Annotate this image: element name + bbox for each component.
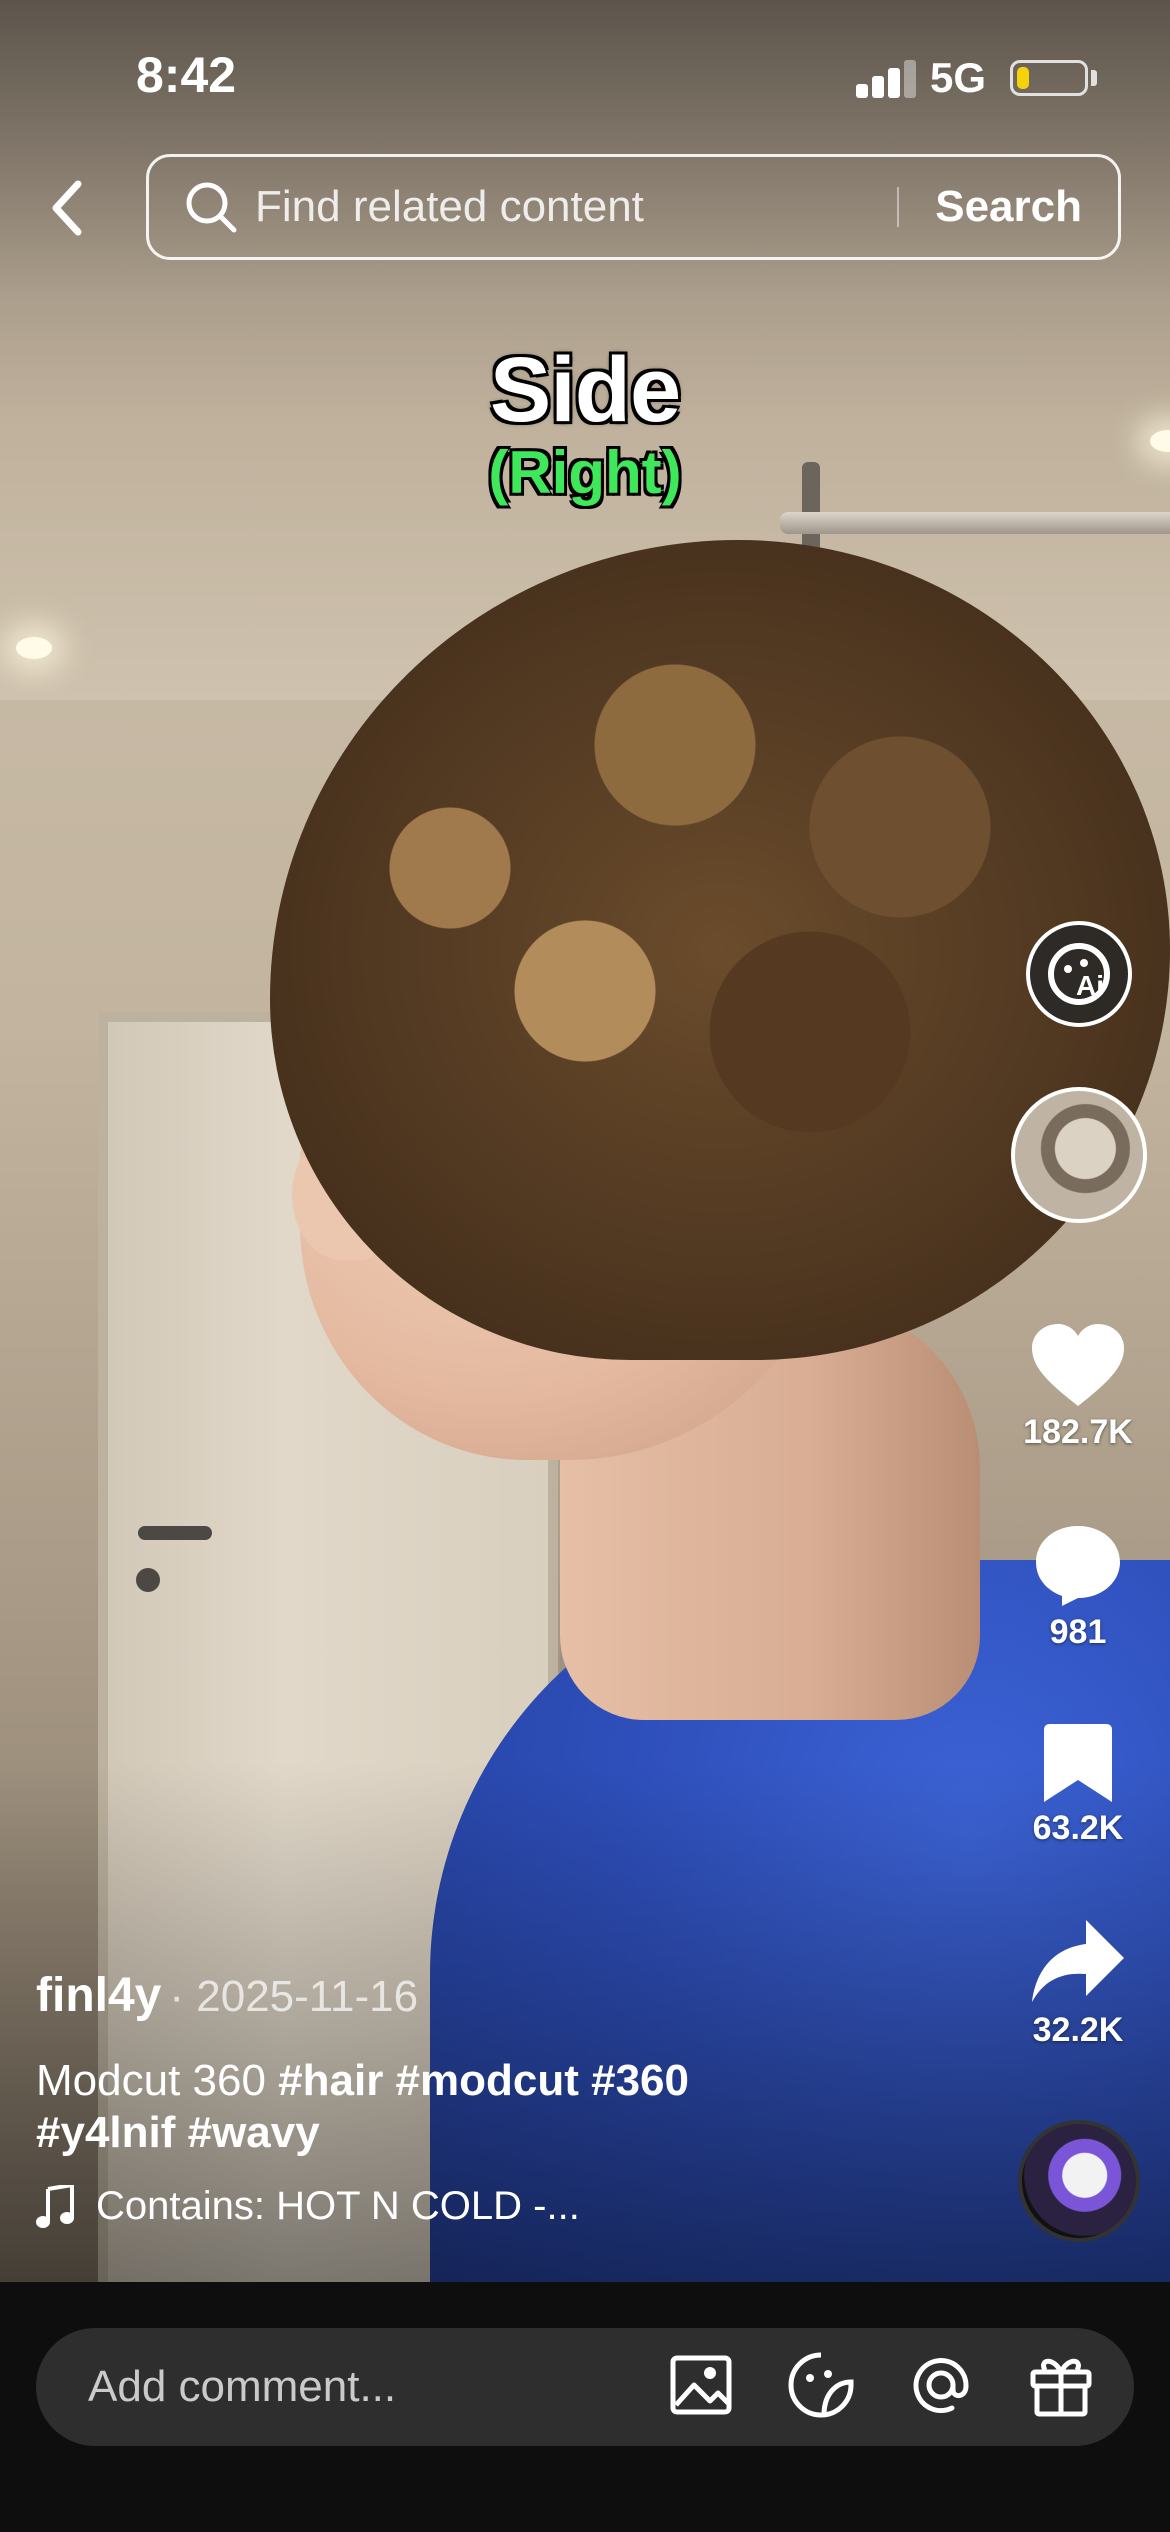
ai-button[interactable]: Ai	[1026, 921, 1132, 1027]
sticker-icon	[788, 2352, 854, 2418]
author-name[interactable]: finl4y	[36, 1968, 161, 2023]
music-link[interactable]: Contains: HOT N COLD -...	[36, 2184, 580, 2229]
comment-placeholder[interactable]: Add comment...	[88, 2362, 396, 2412]
bookmark-icon	[1044, 1724, 1112, 1802]
comment-button[interactable]: 981	[998, 1522, 1158, 1652]
search-icon	[186, 182, 237, 233]
image-icon	[670, 2355, 732, 2415]
music-disc[interactable]	[1018, 2120, 1140, 2242]
save-button[interactable]: 63.2K	[998, 1722, 1158, 1848]
status-bar: 8:42 5G	[0, 0, 1170, 150]
door-lock	[136, 1568, 160, 1592]
battery-nub	[1091, 70, 1097, 86]
share-button[interactable]: 32.2K	[998, 1918, 1158, 2050]
post-date: · 2025-11-16	[169, 1972, 419, 2021]
comment-icon	[1036, 1526, 1120, 1606]
search-button[interactable]: Search	[935, 182, 1082, 232]
like-count: 182.7K	[1023, 1413, 1133, 1451]
share-icon	[1032, 1920, 1124, 2002]
status-time: 8:42	[136, 47, 237, 103]
search-divider	[897, 187, 900, 227]
hashtags-line2[interactable]: #y4lnif #wavy	[36, 2108, 320, 2157]
shower-rod	[780, 512, 1170, 534]
like-button[interactable]: 182.7K	[998, 1322, 1158, 1452]
save-count: 63.2K	[1032, 1809, 1124, 1847]
back-icon	[52, 180, 82, 236]
gift-icon	[1030, 2358, 1092, 2417]
mention-button[interactable]	[906, 2350, 976, 2420]
search-input[interactable]: Find related content	[255, 182, 897, 232]
post-author-row: finl4y · 2025-11-16	[36, 1968, 418, 2023]
network-type: 5G	[930, 54, 987, 101]
battery-icon	[1010, 60, 1088, 96]
music-note-icon	[36, 2184, 74, 2228]
description-text: Modcut 360	[36, 2056, 279, 2105]
author-avatar[interactable]	[1011, 1087, 1147, 1223]
search-bar[interactable]: Find related content Search	[146, 154, 1121, 260]
comment-count: 981	[1049, 1613, 1107, 1651]
ai-icon: Ai	[1048, 943, 1110, 1005]
hashtags-line1[interactable]: #hair #modcut #360	[278, 2056, 689, 2105]
video-player[interactable]: Side (Right)	[0, 0, 1170, 2282]
battery-level	[1017, 67, 1029, 89]
video-overlay-subtitle: (Right)	[488, 439, 682, 506]
heart-icon	[1032, 1324, 1124, 1406]
door-handle	[138, 1526, 212, 1540]
gift-button[interactable]	[1026, 2350, 1096, 2420]
signal-icon	[856, 58, 916, 98]
back-button[interactable]	[38, 170, 98, 246]
music-title: Contains: HOT N COLD -...	[96, 2184, 580, 2228]
post-description: Modcut 360 #hair #modcut #360 #y4lnif #w…	[36, 2055, 796, 2159]
mention-icon	[913, 2358, 969, 2414]
ceiling-light	[16, 637, 52, 659]
svg-text:Ai: Ai	[1076, 970, 1104, 1001]
share-count: 32.2K	[1032, 2011, 1124, 2049]
sticker-button[interactable]	[786, 2350, 856, 2420]
video-overlay-title: Side	[489, 339, 681, 441]
image-button[interactable]	[666, 2350, 736, 2420]
